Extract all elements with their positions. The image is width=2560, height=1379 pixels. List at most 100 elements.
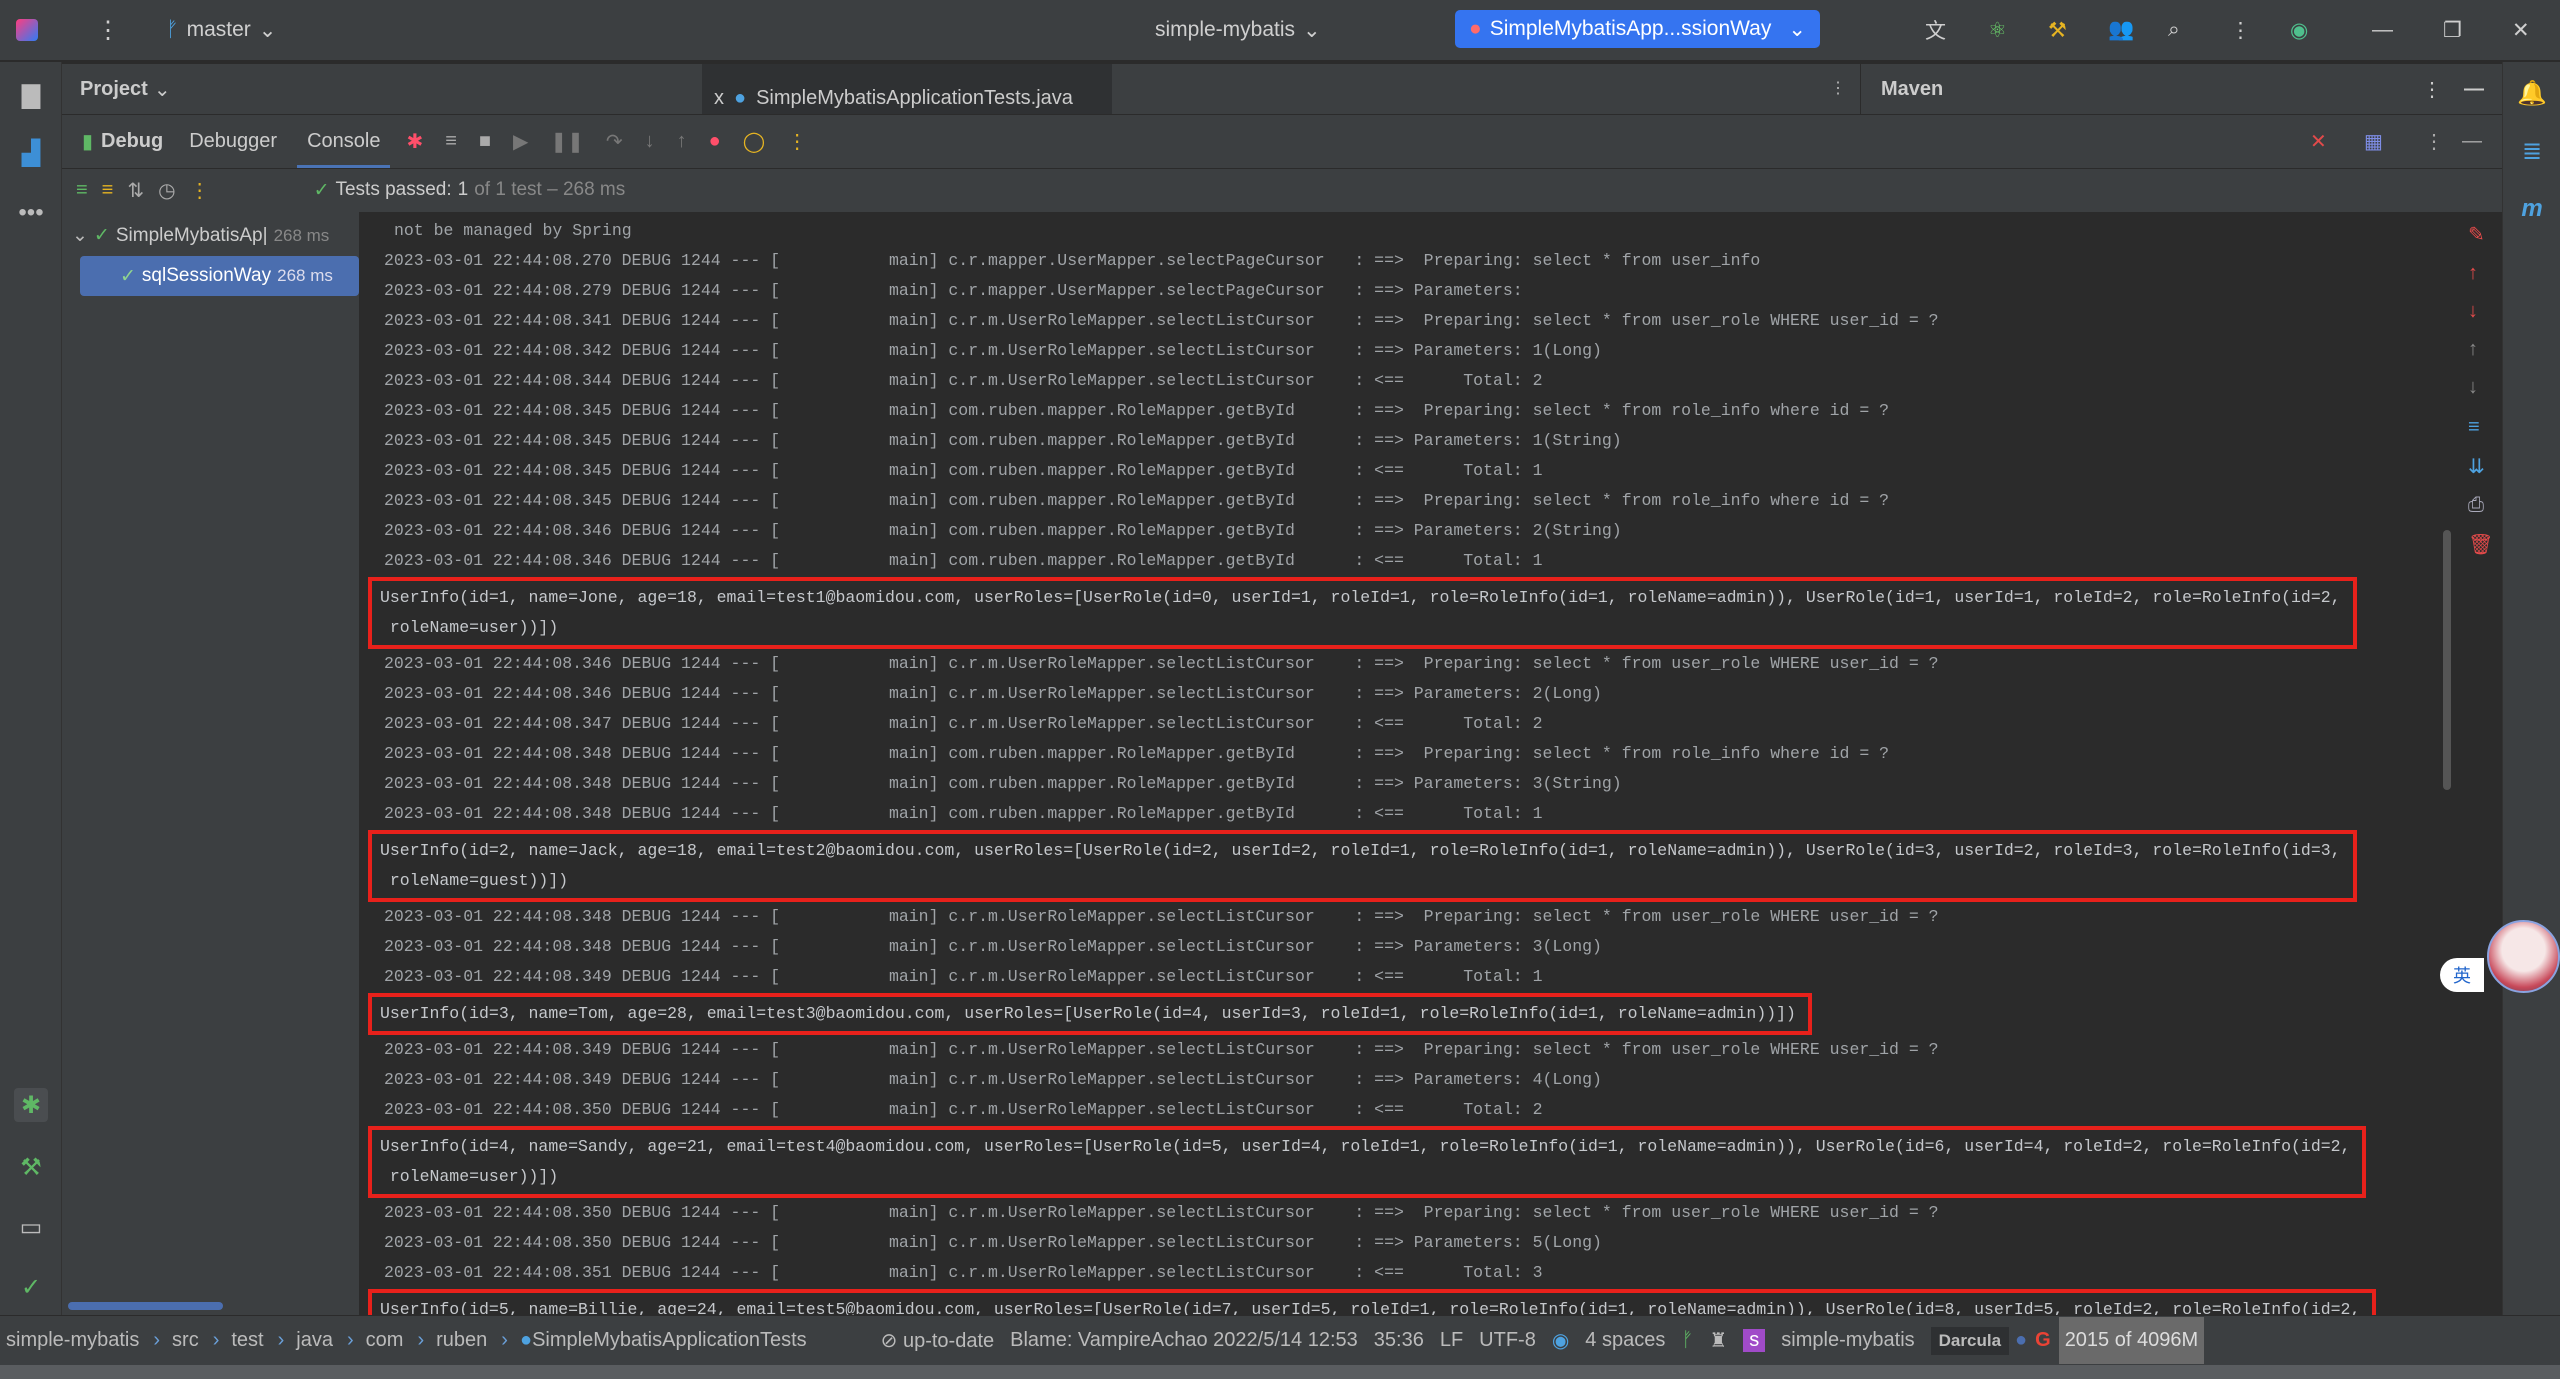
ime-indicator[interactable]: 英 bbox=[2440, 958, 2484, 992]
hide-panel-icon[interactable]: — bbox=[2462, 130, 2482, 153]
step-into-icon[interactable]: ↓ bbox=[645, 130, 655, 153]
log-line: 2023-03-01 22:44:08.279 DEBUG 1244 --- [… bbox=[384, 281, 1533, 300]
soft-wrap-icon[interactable]: ≡ bbox=[2468, 416, 2480, 439]
cursor-position[interactable]: 35:36 bbox=[1374, 1329, 1424, 1352]
theme-toggle-icon[interactable]: ● bbox=[2015, 1329, 2027, 1352]
previous-icon[interactable]: ↑ bbox=[2468, 338, 2478, 361]
maven-icon[interactable]: m bbox=[2515, 192, 2549, 226]
translate-icon[interactable]: 文 bbox=[1925, 15, 1946, 45]
terminal-icon[interactable]: ▭ bbox=[14, 1210, 48, 1244]
options-icon[interactable]: ⋮ bbox=[2424, 129, 2444, 154]
breadcrumb-item[interactable]: src bbox=[172, 1329, 199, 1352]
notifications-icon[interactable]: 🔔 bbox=[2515, 76, 2549, 110]
editor-tab[interactable]: x ● SimpleMybatisApplicationTests.java bbox=[702, 64, 1112, 114]
trash-icon[interactable]: 🗑 bbox=[2468, 532, 2493, 557]
pause-icon[interactable]: ❚❚ bbox=[550, 129, 584, 154]
more-options-icon[interactable]: ⋮ bbox=[190, 178, 210, 203]
step-out-icon[interactable]: ↑ bbox=[677, 130, 687, 153]
blame-info[interactable]: Blame: VampireAchao 2022/5/14 12:53 bbox=[1010, 1329, 1358, 1352]
right-tool-strip: 🔔 ≣ m bbox=[2502, 62, 2560, 1315]
debug-title: Debug bbox=[101, 130, 164, 152]
chevron-right-icon: › bbox=[277, 1329, 285, 1351]
main-menu-icon[interactable]: ⋮ bbox=[96, 16, 120, 45]
breadcrumb-item[interactable]: test bbox=[231, 1329, 263, 1352]
file-encoding[interactable]: UTF-8 bbox=[1479, 1329, 1536, 1352]
stop-icon[interactable]: ■ bbox=[479, 130, 491, 153]
show-passed-icon[interactable]: ≡ bbox=[76, 179, 88, 202]
indent-setting[interactable]: 4 spaces bbox=[1585, 1329, 1665, 1352]
editor-tabs-area: ⋮ bbox=[1112, 64, 1860, 114]
database-icon[interactable]: ≣ bbox=[2515, 134, 2549, 168]
print-icon[interactable]: ⎙ bbox=[2468, 494, 2484, 517]
passed-check-icon: ✓ bbox=[93, 225, 110, 246]
branch-selector[interactable]: ᚠ master ⌄ bbox=[166, 18, 276, 43]
chevron-down-icon: ⌄ bbox=[1788, 17, 1806, 41]
search-icon[interactable]: ⌕ bbox=[2168, 18, 2180, 42]
tab-debugger[interactable]: Debugger bbox=[185, 130, 281, 153]
hide-panel-icon[interactable]: — bbox=[2464, 78, 2484, 101]
folder-icon[interactable]: ▇ bbox=[14, 78, 48, 112]
more-icon[interactable]: ••• bbox=[14, 196, 48, 230]
test-tree-root[interactable]: ⌄ ✓ SimpleMybatisAp| 268 ms bbox=[72, 224, 357, 247]
show-ignored-icon[interactable]: ≡ bbox=[102, 179, 114, 202]
console-scrollbar[interactable] bbox=[2443, 530, 2451, 790]
test-method-label: sqlSessionWay bbox=[141, 265, 272, 286]
options-icon[interactable]: ⋮ bbox=[2422, 77, 2442, 102]
editor-menu-icon[interactable]: ⋮ bbox=[1830, 78, 1846, 98]
breadcrumb-item[interactable]: SimpleMybatisApplicationTests bbox=[532, 1329, 807, 1352]
scroll-to-end-icon[interactable]: ⇊ bbox=[2468, 454, 2485, 479]
minimize-button[interactable]: — bbox=[2372, 18, 2393, 42]
test-tree-item-sqlsessionway[interactable]: ✓ sqlSessionWay 268 ms bbox=[80, 256, 359, 296]
mute-breakpoints-icon[interactable]: ◯ bbox=[743, 129, 765, 154]
build-tools-icon[interactable]: ⚒ bbox=[2048, 18, 2067, 43]
inspection-icon[interactable]: ♜ bbox=[1709, 1328, 1727, 1353]
ai-assistant-icon[interactable]: ◉ bbox=[2290, 18, 2308, 43]
breadcrumb-item[interactable]: java bbox=[296, 1329, 333, 1352]
tab-console[interactable]: Console bbox=[297, 130, 391, 169]
project-panel-header[interactable]: Project ⌄ bbox=[62, 64, 702, 114]
close-tab-icon[interactable]: x bbox=[714, 87, 724, 110]
code-with-me-icon[interactable]: 👥 bbox=[2108, 18, 2134, 42]
breakpoints-icon[interactable]: ● bbox=[709, 130, 721, 153]
debug-icon[interactable]: ✱ bbox=[14, 1088, 48, 1122]
build-icon[interactable]: ⚒ bbox=[14, 1150, 48, 1184]
tests-check-icon[interactable]: ✓ bbox=[14, 1270, 48, 1304]
run-config-selector[interactable]: ● SimpleMybatisApp...ssionWay ⌄ bbox=[1455, 10, 1820, 48]
plugin-icon[interactable]: ⚛ bbox=[1988, 18, 2007, 43]
edit-icon[interactable]: ✎ bbox=[2468, 222, 2485, 247]
close-button[interactable]: ✕ bbox=[2512, 18, 2530, 43]
sort-icon[interactable]: ⇅ bbox=[127, 178, 144, 203]
step-over-icon[interactable]: ↷ bbox=[606, 129, 623, 154]
line-separator[interactable]: LF bbox=[1440, 1329, 1463, 1352]
history-icon[interactable]: ◷ bbox=[158, 178, 175, 203]
down-arrow-icon[interactable]: ↓ bbox=[2468, 300, 2478, 323]
breadcrumb-item[interactable]: ruben bbox=[436, 1329, 487, 1352]
vcs-status[interactable]: ⊘ up-to-date bbox=[881, 1328, 995, 1353]
module-name[interactable]: simple-mybatis bbox=[1781, 1329, 1914, 1352]
google-icon[interactable]: G bbox=[2035, 1329, 2051, 1352]
close-session-icon[interactable]: ✕ bbox=[2310, 129, 2327, 154]
more-options-icon[interactable]: ⋮ bbox=[787, 129, 807, 154]
log-line: 2023-03-01 22:44:08.348 DEBUG 1244 --- [… bbox=[384, 804, 1543, 823]
up-arrow-icon[interactable]: ↑ bbox=[2468, 262, 2478, 285]
eye-icon[interactable]: ◉ bbox=[1552, 1328, 1569, 1353]
log-line: 2023-03-01 22:44:08.345 DEBUG 1244 --- [… bbox=[384, 401, 1890, 420]
git-icon[interactable]: ᚠ bbox=[1681, 1329, 1693, 1352]
resume-icon[interactable]: ▶ bbox=[513, 129, 528, 154]
app-logo-icon[interactable] bbox=[16, 19, 38, 41]
project-selector[interactable]: simple-mybatis ⌄ bbox=[1155, 18, 1321, 43]
next-icon[interactable]: ↓ bbox=[2468, 376, 2478, 399]
memory-indicator[interactable]: 2015 of 4096M bbox=[2058, 1317, 2205, 1364]
clear-icon[interactable]: ≡ bbox=[445, 130, 457, 153]
layout-icon[interactable]: ▦ bbox=[2364, 129, 2383, 154]
assistant-avatar[interactable] bbox=[2487, 920, 2560, 993]
console-output[interactable]: not be managed by Spring 2023-03-01 22:44… bbox=[360, 212, 2456, 1315]
tree-horizontal-scrollbar[interactable] bbox=[68, 1302, 223, 1310]
structure-icon[interactable]: ▟ bbox=[14, 136, 48, 170]
rerun-debug-icon[interactable]: ✱ bbox=[406, 129, 423, 154]
breadcrumb-item[interactable]: com bbox=[366, 1329, 404, 1352]
theme-name[interactable]: Darcula bbox=[1930, 1326, 2010, 1355]
breadcrumb-item[interactable]: simple-mybatis bbox=[6, 1329, 139, 1352]
updates-icon[interactable]: ⋮ bbox=[2230, 18, 2251, 43]
maximize-button[interactable]: ❐ bbox=[2443, 18, 2462, 43]
